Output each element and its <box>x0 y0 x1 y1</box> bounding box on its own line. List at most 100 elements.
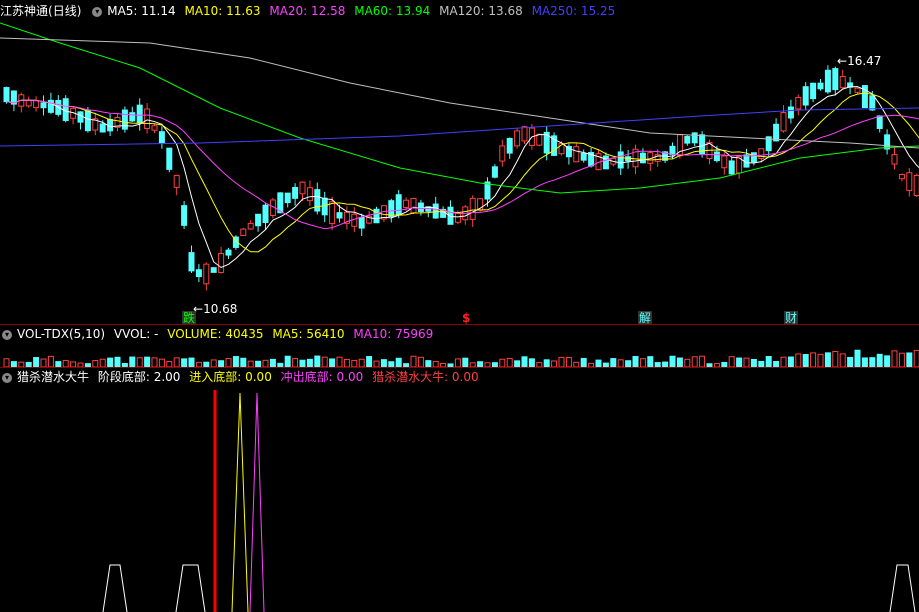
volume-bar <box>232 356 239 367</box>
volume-bar <box>240 357 247 367</box>
main-chart-header: 江苏神通(日线) ▾ MA5: 11.14 MA10: 11.63 MA20: 1… <box>0 3 620 19</box>
volume-bar <box>558 356 565 367</box>
candle-body <box>417 202 424 213</box>
candle-body <box>869 95 876 111</box>
candle-body <box>773 123 780 142</box>
volume-bar <box>884 355 891 367</box>
volume-bar <box>181 358 188 367</box>
event-tag-finance[interactable]: 财 <box>784 311 799 325</box>
candle-body <box>84 110 91 132</box>
volume-bar <box>565 357 572 367</box>
volume-bar <box>595 359 602 367</box>
candle-body <box>906 172 913 191</box>
volume-bar <box>824 352 831 367</box>
candlestick-chart[interactable] <box>0 18 919 324</box>
low-price-label: ←10.68 <box>193 302 238 316</box>
volume-ma10-label: MA10: 75969 <box>353 327 434 341</box>
candle-body <box>144 108 151 129</box>
candle-body <box>684 136 691 144</box>
candle-body <box>750 152 757 163</box>
candle-body <box>721 155 728 169</box>
volume-bar <box>639 358 646 367</box>
volume-bar <box>366 356 373 367</box>
ma5-label: MA5: 11.14 <box>107 4 176 18</box>
candle-body <box>210 267 217 273</box>
indicator-name[interactable]: 猎杀潜水大牛 <box>17 370 89 384</box>
candle-body <box>195 269 202 278</box>
volume-bar <box>736 357 743 367</box>
event-tag-fall[interactable]: 跌 <box>182 311 197 325</box>
volume-bar <box>299 359 306 367</box>
event-tag-unlock[interactable]: 解 <box>638 311 653 325</box>
volume-bar <box>691 356 698 367</box>
stock-name[interactable]: 江苏神通 <box>0 4 48 18</box>
settings-icon[interactable]: ▾ <box>2 372 12 383</box>
volume-bar <box>817 353 824 367</box>
candle-body <box>336 212 343 219</box>
volume-bar <box>47 355 54 367</box>
volume-bar <box>395 357 402 367</box>
volume-bar <box>262 359 269 367</box>
candle-body <box>47 99 54 113</box>
candle-body <box>99 123 106 133</box>
indicator-chart[interactable] <box>0 385 919 612</box>
volume-bar <box>750 358 757 367</box>
candle-body <box>218 252 225 273</box>
candle-body <box>639 152 646 164</box>
volume-bar <box>876 353 883 367</box>
volume-bar <box>107 357 114 367</box>
ma20-label: MA20: 12.58 <box>269 4 346 18</box>
candle-body <box>913 174 919 197</box>
candle-body <box>329 201 336 225</box>
candle-body <box>284 192 291 204</box>
candle-body <box>25 99 32 107</box>
candle-body <box>136 104 143 124</box>
candle-body <box>580 152 587 161</box>
candle-body <box>521 126 528 142</box>
volume-chart[interactable] <box>0 343 919 367</box>
candle-body <box>839 76 846 89</box>
settings-icon[interactable]: ▾ <box>2 329 12 340</box>
candle-body <box>795 97 802 110</box>
volume-bar <box>417 356 424 367</box>
volume-bar <box>780 356 787 367</box>
ma120-label: MA120: 13.68 <box>439 4 523 18</box>
volume-bar <box>869 357 876 367</box>
volume-bar <box>802 354 809 367</box>
candle-body <box>33 100 40 109</box>
volume-bar <box>795 353 802 367</box>
volume-bar <box>676 357 683 367</box>
volume-indicator-name[interactable]: VOL-TDX(5,10) <box>17 327 105 341</box>
exit-bottom-line <box>249 392 265 612</box>
volume-bar <box>610 358 617 367</box>
volume-bar <box>151 357 158 367</box>
volume-bar <box>861 357 868 367</box>
candle-body <box>854 87 861 93</box>
enter-bottom-label: 进入底部: 0.00 <box>189 370 272 384</box>
candle-body <box>166 147 173 170</box>
candle-body <box>321 197 328 216</box>
candle-body <box>121 109 128 130</box>
volume-bar <box>832 351 839 367</box>
settings-icon[interactable]: ▾ <box>92 6 103 17</box>
candle-body <box>77 111 84 123</box>
volume-bar <box>743 357 750 367</box>
high-price-label: ←16.47 <box>837 54 882 68</box>
candle-body <box>713 151 720 162</box>
volume-bar <box>351 359 358 367</box>
candle-body <box>817 82 824 90</box>
candle-body <box>728 160 735 175</box>
volume-bar <box>521 356 528 367</box>
volume-bar <box>343 358 350 367</box>
volume-bar <box>329 358 336 367</box>
volume-bar <box>454 358 461 367</box>
event-tag-dollar[interactable]: $ <box>461 311 471 325</box>
panel-divider <box>0 367 919 368</box>
candle-body <box>395 194 402 216</box>
candle-body <box>832 68 839 91</box>
stage-bottom-line <box>102 564 128 612</box>
volume-bar <box>158 358 165 367</box>
volume-bar <box>891 350 898 367</box>
candle-body <box>388 200 395 218</box>
ma120-line <box>0 37 919 149</box>
